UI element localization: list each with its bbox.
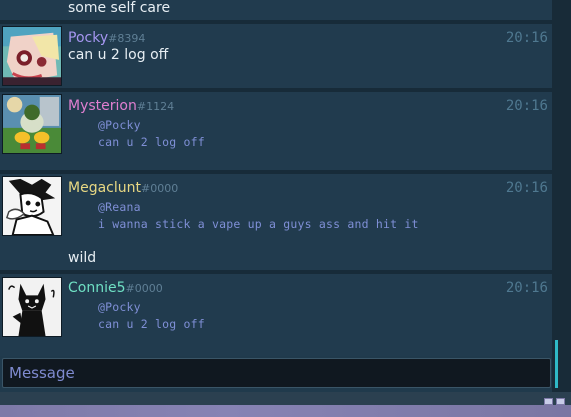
timestamp: 20:16 [505,280,548,296]
avatar[interactable] [2,26,62,86]
message-item: Megaclunt#0000 20:16 @Reana i wanna stic… [0,174,552,274]
user-tag: #0000 [140,182,179,195]
username[interactable]: Mysterion#1124 [68,98,174,115]
message-item: Mysterion#1124 20:16 @Pocky can u 2 log … [0,92,552,174]
username-text: Megaclunt [68,180,141,196]
message-text: wild [68,250,97,266]
scrollbar-track[interactable] [552,0,571,392]
timestamp: 20:16 [505,180,548,196]
reply-mention[interactable]: @Pocky [98,300,141,314]
scrollbar-thumb[interactable] [555,340,558,388]
message-input-container [2,358,551,388]
minimize-icon[interactable] [544,398,553,405]
maximize-icon[interactable] [556,398,565,405]
message-text: some self care [68,0,171,16]
username-text: Connie5 [68,280,126,296]
timestamp: 20:16 [505,98,548,114]
user-tag: #8394 [108,32,146,45]
avatar-image [3,177,61,235]
avatar[interactable] [2,94,62,154]
username[interactable]: Pocky#8394 [68,30,145,47]
reply-quote-text: can u 2 log off [98,135,205,149]
avatar-image [3,95,61,153]
avatar-image [3,278,61,336]
user-tag: #1124 [136,100,175,113]
message-text: can u 2 log off [68,47,169,63]
message-item: Pocky#8394 20:16 can u 2 log off [0,24,552,92]
reply-quote-text: can u 2 log off [98,317,205,331]
message-input[interactable] [3,359,550,387]
avatar[interactable] [2,277,62,337]
username[interactable]: Connie5#0000 [68,280,163,297]
reply-quote-text: i wanna stick a vape up a guys ass and h… [98,217,419,231]
avatar[interactable] [2,176,62,236]
username[interactable]: Megaclunt#0000 [68,180,178,197]
message-item: Connie5#0000 20:16 @Pocky can u 2 log of… [0,274,552,356]
chat-messages-panel[interactable]: some self care Pocky#8394 20:16 can u 2 … [0,0,552,392]
message-previous: some self care [0,0,552,24]
chat-window: some self care Pocky#8394 20:16 can u 2 … [0,0,571,417]
taskbar-strip [0,405,571,417]
timestamp: 20:16 [505,30,548,46]
username-text: Pocky [68,30,109,46]
username-text: Mysterion [68,98,137,114]
user-tag: #0000 [125,282,163,295]
reply-mention[interactable]: @Pocky [98,118,141,132]
avatar-image [3,27,61,85]
reply-mention[interactable]: @Reana [98,200,141,214]
